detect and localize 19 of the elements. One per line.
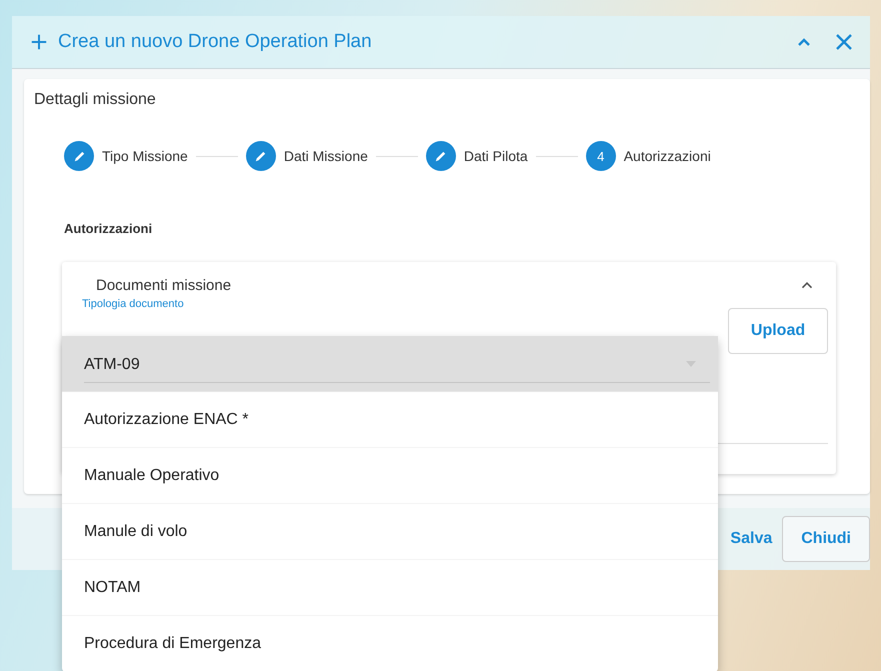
dropdown-option[interactable]: ATM-09 (62, 336, 718, 392)
stepper-step[interactable]: Dati Missione (246, 141, 368, 171)
close-icon[interactable] (834, 32, 854, 52)
plus-icon (30, 33, 48, 51)
dropdown-option[interactable]: Manuale Operativo (62, 448, 718, 504)
dialog-title: Crea un nuovo Drone Operation Plan (58, 31, 372, 53)
stepper-step[interactable]: Tipo Missione (64, 141, 188, 171)
dropdown-option[interactable]: Manule di volo (62, 504, 718, 560)
dropdown-option[interactable]: Autorizzazione ENAC * (62, 392, 718, 448)
panel-title: Documenti missione (96, 276, 232, 294)
dropdown-option[interactable]: NOTAM (62, 560, 718, 616)
stepper-step[interactable]: Dati Pilota (426, 141, 528, 171)
dropdown-option[interactable]: Procedura di Emergenza (62, 616, 718, 671)
card-title: Dettagli missione (34, 91, 157, 109)
field-label: Tipologia documento (82, 298, 184, 310)
section-title: Autorizzazioni (64, 221, 154, 236)
stepper-step[interactable]: 4 Autorizzazioni (586, 141, 711, 171)
step-number: 4 (586, 141, 616, 171)
upload-button[interactable]: Upload (728, 308, 828, 354)
